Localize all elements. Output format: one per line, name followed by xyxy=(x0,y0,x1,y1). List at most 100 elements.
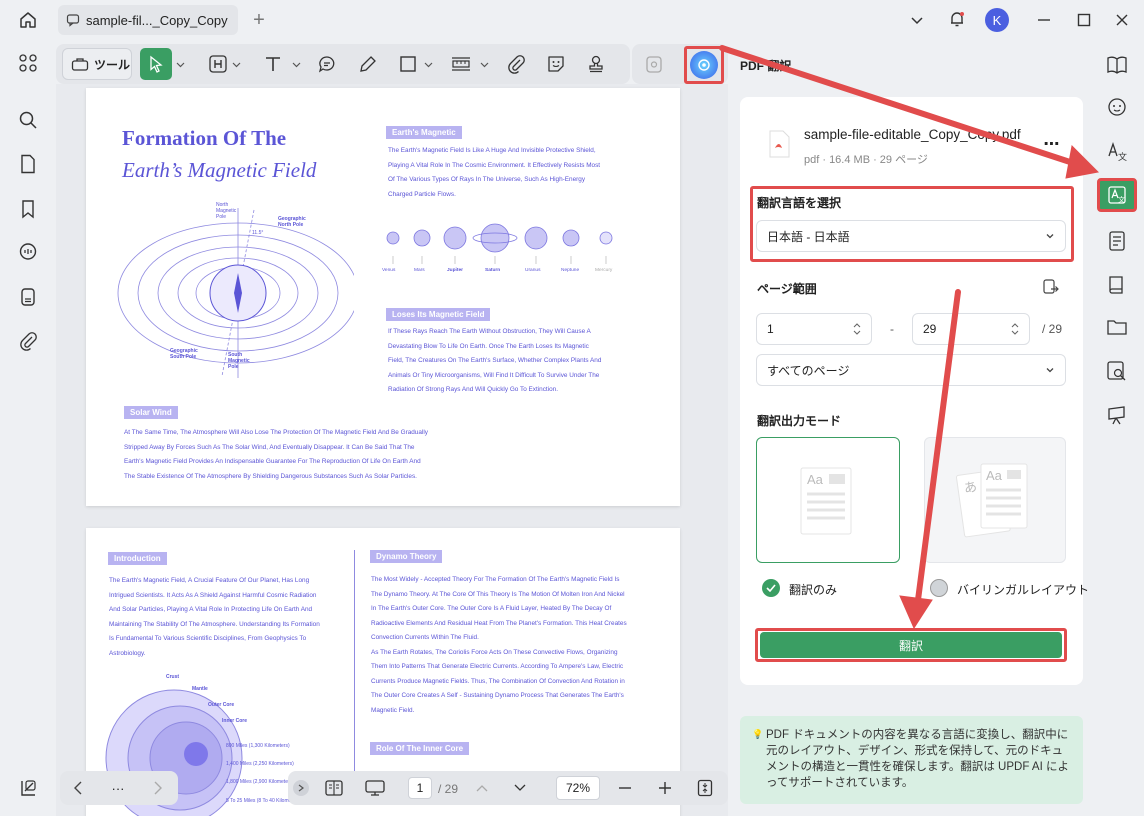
range-to-input[interactable]: 29 xyxy=(912,313,1030,345)
translate-text-icon[interactable]: 文 xyxy=(1097,134,1137,168)
fit-page-icon[interactable] xyxy=(694,777,716,799)
new-tab-plus-icon[interactable]: + xyxy=(248,8,270,32)
page-total: / 29 xyxy=(438,782,459,796)
chevron-down-icon[interactable] xyxy=(906,10,928,30)
info-text: PDF ドキュメントの内容を異なる言語に変換し、翻訳中に元のレイアウト、デザイン… xyxy=(766,729,1069,789)
paperclip-icon[interactable] xyxy=(504,52,528,76)
select-tool-icon[interactable] xyxy=(140,48,172,80)
page-title-line1: Formation Of The xyxy=(122,126,287,150)
stamp-icon[interactable] xyxy=(584,52,608,76)
expand-arrow-icon[interactable] xyxy=(293,780,309,796)
attachment-page-icon[interactable] xyxy=(14,283,42,311)
document-tab[interactable]: sample-fil..._Copy_Copy xyxy=(58,5,238,35)
file-meta: pdf · 16.4 MB · 29 ページ xyxy=(804,154,928,166)
translate-only-label: 翻訳のみ xyxy=(789,583,838,597)
south-magnetic-pole-label: South Magnetic Pole xyxy=(228,352,250,370)
comment-tab-icon xyxy=(66,13,80,27)
bilingual-preview-icon: あ Aa xyxy=(955,463,1028,538)
planet-label: Jupiter xyxy=(447,268,463,273)
comment-icon[interactable] xyxy=(14,238,42,266)
pdf-translate-icon[interactable]: 文 xyxy=(1097,178,1137,212)
tools-label: ツール xyxy=(94,57,131,72)
ocr-search-icon[interactable] xyxy=(1097,354,1137,388)
presentation-icon[interactable] xyxy=(362,777,388,799)
document-viewer[interactable]: Formation Of The Earth’s Magnetic Field … xyxy=(56,84,728,816)
column-divider xyxy=(354,550,355,780)
stepper-icon[interactable] xyxy=(853,322,861,336)
translate-highlight-box xyxy=(755,628,1067,662)
reader-icon[interactable] xyxy=(1097,48,1137,82)
bilingual-radio[interactable] xyxy=(930,579,948,597)
range-total: / 29 xyxy=(1042,322,1063,336)
left-sidebar xyxy=(0,40,56,816)
minimize-icon[interactable] xyxy=(1032,8,1056,32)
chevron-down-icon[interactable] xyxy=(174,56,186,72)
page-up-icon[interactable] xyxy=(472,777,492,799)
summarize-icon[interactable] xyxy=(1097,224,1137,258)
thumbnails-icon[interactable] xyxy=(14,49,42,77)
inner-core-heading: Role Of The Inner Core xyxy=(370,742,470,755)
close-icon[interactable] xyxy=(1110,8,1134,32)
translate-only-card[interactable]: Aa xyxy=(756,437,900,563)
range-from-input[interactable]: 1 xyxy=(756,313,872,345)
svg-text:あ: あ xyxy=(963,480,978,497)
lightbulb-icon: 💡 xyxy=(752,729,764,739)
presentation-board-icon[interactable] xyxy=(1097,398,1137,432)
pdf-file-icon xyxy=(764,126,794,162)
chevron-down-icon[interactable] xyxy=(478,56,490,72)
loses-heading: Loses Its Magnetic Field xyxy=(386,308,491,321)
panel-header: PDF 翻訳 xyxy=(740,59,792,73)
more-button[interactable]: ··· xyxy=(106,778,130,798)
bilingual-card[interactable]: あ Aa xyxy=(924,437,1066,563)
planet-label: Mars xyxy=(414,268,425,273)
earth-magnetic-heading: Earth's Magnetic xyxy=(386,126,462,139)
earth-magnetic-text: The Earth's Magnetic Field Is Like A Hug… xyxy=(388,147,601,198)
next-arrow-icon[interactable] xyxy=(146,778,170,798)
bell-icon[interactable] xyxy=(946,8,968,30)
page-icon[interactable] xyxy=(14,150,42,178)
depth-label: 1,800 Miles (2,900 Kilometers) xyxy=(226,779,294,785)
toolbox-icon xyxy=(71,56,89,72)
avatar[interactable]: K xyxy=(985,8,1009,32)
page-number-input[interactable]: 1 xyxy=(408,777,432,799)
chevron-down-icon[interactable] xyxy=(230,56,242,72)
measure-tool-icon[interactable] xyxy=(449,52,473,76)
tools-menu-button[interactable]: ツール xyxy=(62,48,132,80)
paperclip-icon[interactable] xyxy=(14,327,42,355)
chevron-down-icon[interactable] xyxy=(290,56,302,72)
book-icon[interactable] xyxy=(1097,268,1137,302)
pages-select[interactable]: すべてのページ xyxy=(756,354,1066,386)
chevron-down-icon[interactable] xyxy=(422,56,434,72)
folder-icon[interactable] xyxy=(1097,310,1137,344)
sticker-icon[interactable] xyxy=(544,52,568,76)
zoom-level[interactable]: 72% xyxy=(556,776,600,800)
page-down-icon[interactable] xyxy=(510,777,530,799)
zoom-out-icon[interactable] xyxy=(614,777,636,799)
pencil-icon[interactable] xyxy=(356,52,380,76)
layers-icon[interactable] xyxy=(14,774,42,802)
swap-icon[interactable] xyxy=(1040,276,1062,298)
protect-icon[interactable] xyxy=(642,52,666,76)
maximize-icon[interactable] xyxy=(1072,8,1096,32)
previous-arrow-icon[interactable] xyxy=(66,778,90,798)
svg-text:Aa: Aa xyxy=(986,468,1003,483)
loses-text: If These Rays Reach The Earth Without Ob… xyxy=(388,328,602,393)
rectangle-tool-icon[interactable] xyxy=(396,52,420,76)
comment-tool-icon[interactable] xyxy=(315,52,339,76)
page-layout-icon[interactable] xyxy=(322,777,346,799)
search-icon[interactable] xyxy=(14,106,42,134)
zoom-in-icon[interactable] xyxy=(654,777,676,799)
planet-label: Mercury xyxy=(595,268,613,273)
more-options-icon[interactable]: ⋯ xyxy=(1040,136,1064,153)
bookmark-icon[interactable] xyxy=(14,195,42,223)
heading-tool-icon[interactable] xyxy=(206,52,230,76)
home-icon[interactable] xyxy=(14,8,42,32)
stepper-icon[interactable] xyxy=(1011,322,1019,336)
check-icon[interactable] xyxy=(762,579,780,597)
bilingual-label: バイリンガルレイアウト xyxy=(957,583,1090,597)
title-bar: sample-fil..._Copy_Copy + K xyxy=(0,0,1144,40)
text-tool-icon[interactable] xyxy=(261,52,285,76)
right-tool-rail: 文 文 xyxy=(1090,40,1144,816)
pages-select-value: すべてのページ xyxy=(767,363,850,378)
ai-chat-icon[interactable] xyxy=(1097,90,1137,124)
